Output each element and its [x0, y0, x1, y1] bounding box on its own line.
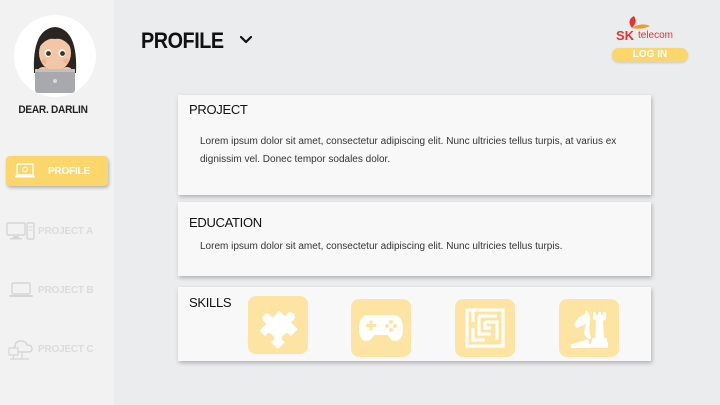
project-card: PROJECT Lorem ipsum dolor sit amet, cons…	[178, 95, 651, 195]
avatar	[14, 15, 96, 97]
logo-telecom: telecom	[638, 30, 674, 41]
gamepad-icon	[351, 299, 411, 357]
sidebar-item-label: PROJECT C	[38, 343, 94, 355]
project-description: Lorem ipsum dolor sit amet, consectetur …	[200, 136, 617, 165]
avatar-illustration	[33, 27, 77, 93]
education-card: EDUCATION Lorem ipsum dolor sit amet, co…	[178, 202, 651, 276]
sidebar-item-project-b[interactable]: PROJECT B	[6, 275, 108, 305]
laptop-icon	[6, 278, 36, 302]
education-description: Lorem ipsum dolor sit amet, consectetur …	[200, 241, 563, 252]
page-title: PROFILE	[141, 28, 224, 53]
project-heading: PROJECT	[189, 102, 248, 117]
education-heading: EDUCATION	[189, 215, 262, 230]
chess-icon	[559, 299, 619, 357]
sidebar-item-project-c[interactable]: PROJECT C	[6, 334, 108, 364]
logo-sk: SK	[616, 28, 635, 43]
desktop-icon	[6, 219, 36, 243]
sidebar-item-project-a[interactable]: PROJECT A	[6, 216, 108, 246]
cloud-network-icon	[6, 337, 36, 361]
user-name: DEAR. DARLIN	[18, 104, 88, 116]
sidebar-item-label: PROFILE	[48, 165, 90, 177]
sidebar-item-profile[interactable]: PROFILE	[6, 156, 108, 186]
sk-telecom-logo: SK telecom	[612, 16, 688, 43]
skills-heading: SKILLS	[189, 295, 232, 310]
sidebar: DEAR. DARLIN PROFILE PROJECT A PROJECT B…	[0, 0, 114, 405]
skills-card: SKILLS	[178, 287, 651, 361]
maze-icon	[455, 299, 515, 357]
page-title-dropdown[interactable]: PROFILE	[141, 28, 253, 54]
login-button[interactable]: LOG IN	[612, 48, 688, 62]
brand-area: SK telecom LOG IN	[612, 16, 688, 62]
puzzle-icon	[248, 296, 308, 354]
sidebar-item-label: PROJECT A	[38, 225, 94, 237]
laptop-icon	[10, 159, 40, 183]
chevron-down-icon	[239, 32, 253, 50]
sidebar-item-label: PROJECT B	[38, 284, 94, 296]
